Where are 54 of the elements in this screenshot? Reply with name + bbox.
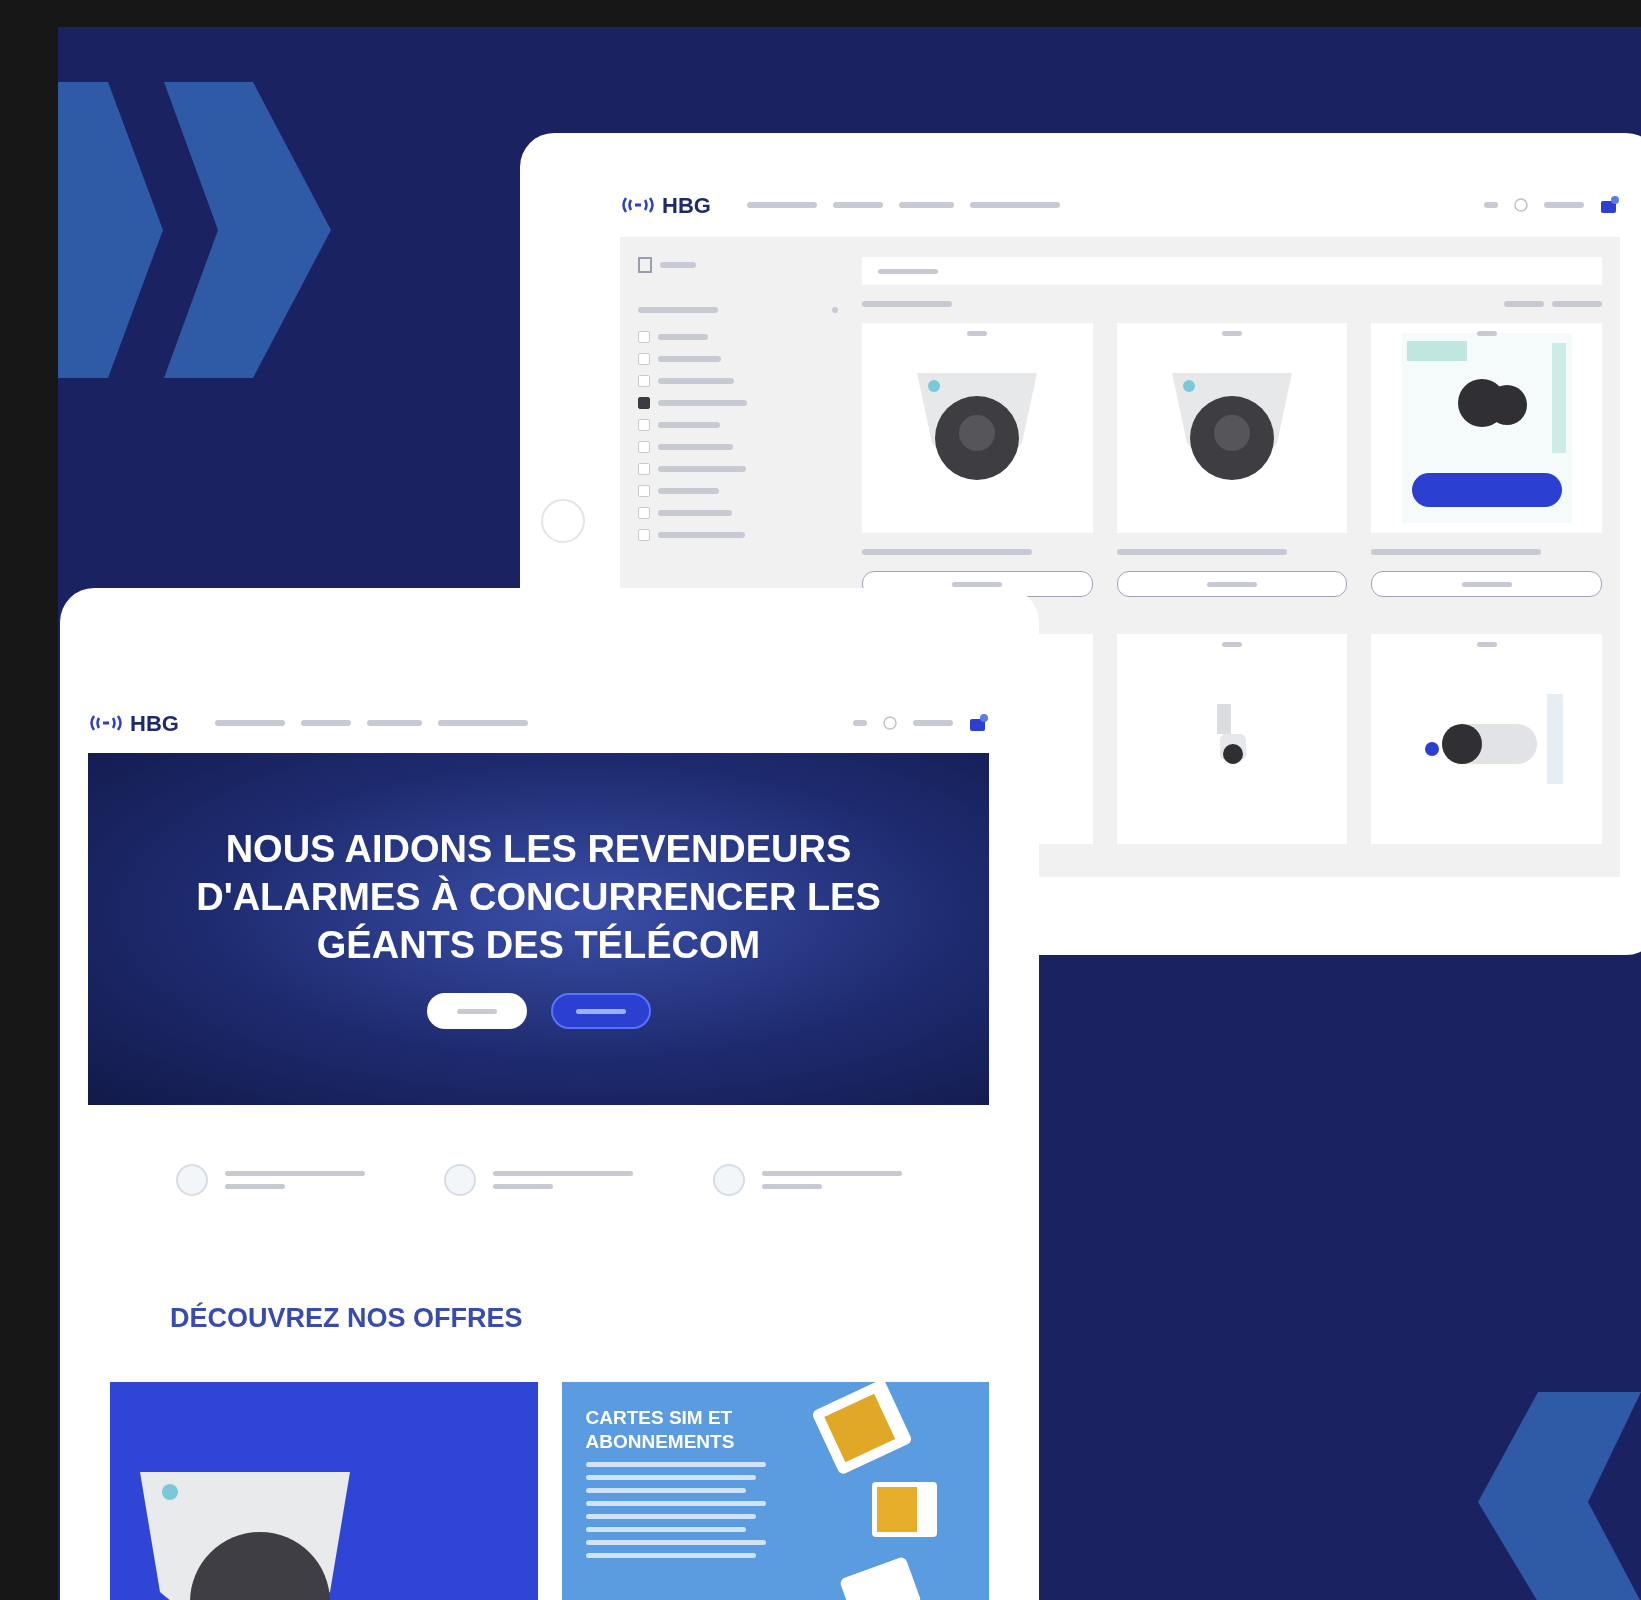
blurred-text: [967, 331, 988, 336]
feature-icon: [443, 1163, 478, 1197]
user-icon[interactable]: [1514, 198, 1528, 212]
offer-title: CARTES SIM ET ABONNEMENTS: [585, 1406, 736, 1455]
search-field[interactable]: [862, 257, 1602, 285]
blurred-text: [300, 720, 351, 726]
blurred-text: [1484, 202, 1498, 208]
blurred-text: [575, 1008, 626, 1014]
blurred-text: [1222, 642, 1242, 647]
cart-icon[interactable]: [1600, 196, 1620, 214]
blurred-text: [1504, 301, 1544, 307]
view-button[interactable]: [1371, 571, 1602, 597]
blurred-text: [853, 720, 867, 726]
feature-icon: [175, 1163, 210, 1197]
signal-icon: [620, 196, 656, 214]
view-button[interactable]: [1116, 571, 1348, 597]
blurred-text: [366, 720, 422, 726]
home-button-icon: [540, 498, 586, 544]
cart-icon[interactable]: [969, 714, 989, 732]
logo-text: HBG: [662, 191, 711, 220]
blurred-text: [1552, 301, 1602, 307]
blurred-text: [913, 720, 953, 726]
blurred-text: [1476, 331, 1497, 336]
hero-button[interactable]: [426, 993, 527, 1029]
filter-icon[interactable]: [638, 257, 652, 273]
blurred-text: [1461, 581, 1512, 587]
blurred-text: [456, 1008, 497, 1014]
user-icon[interactable]: [883, 716, 897, 730]
blurred-text: [832, 202, 883, 208]
blurred-text: [1476, 642, 1497, 647]
blurred-text: [658, 356, 721, 362]
blurred-text: [952, 581, 1003, 587]
blurred-text: [660, 262, 696, 268]
hero-headline: NOUS AIDONS LES REVENDEURS D'ALARMES À CONCURRENCER LES GÉANTS DES TÉLÉCOM: [196, 827, 881, 968]
checkbox[interactable]: [638, 397, 650, 409]
blurred-text: [658, 488, 719, 494]
blurred-text: [898, 202, 954, 208]
blurred-text: [1222, 331, 1242, 336]
feature-icon: [711, 1163, 746, 1197]
blurred-text: [878, 268, 938, 274]
blurred-text: [658, 422, 720, 428]
blurred-text: [658, 334, 708, 340]
hero-button[interactable]: [550, 993, 651, 1029]
blurred-text: [225, 1184, 286, 1189]
signal-icon: [88, 714, 124, 732]
blurred-text: [1207, 581, 1257, 587]
section-title: DÉCOUVREZ NOS OFFRES: [170, 1302, 524, 1335]
blurred-text: [832, 307, 838, 313]
blurred-text: [761, 1184, 822, 1189]
blurred-text: [1544, 202, 1584, 208]
blurred-text: [214, 720, 285, 726]
logo-text: HBG: [130, 709, 179, 738]
blurred-text: [746, 202, 817, 208]
blurred-text: [493, 1184, 554, 1189]
